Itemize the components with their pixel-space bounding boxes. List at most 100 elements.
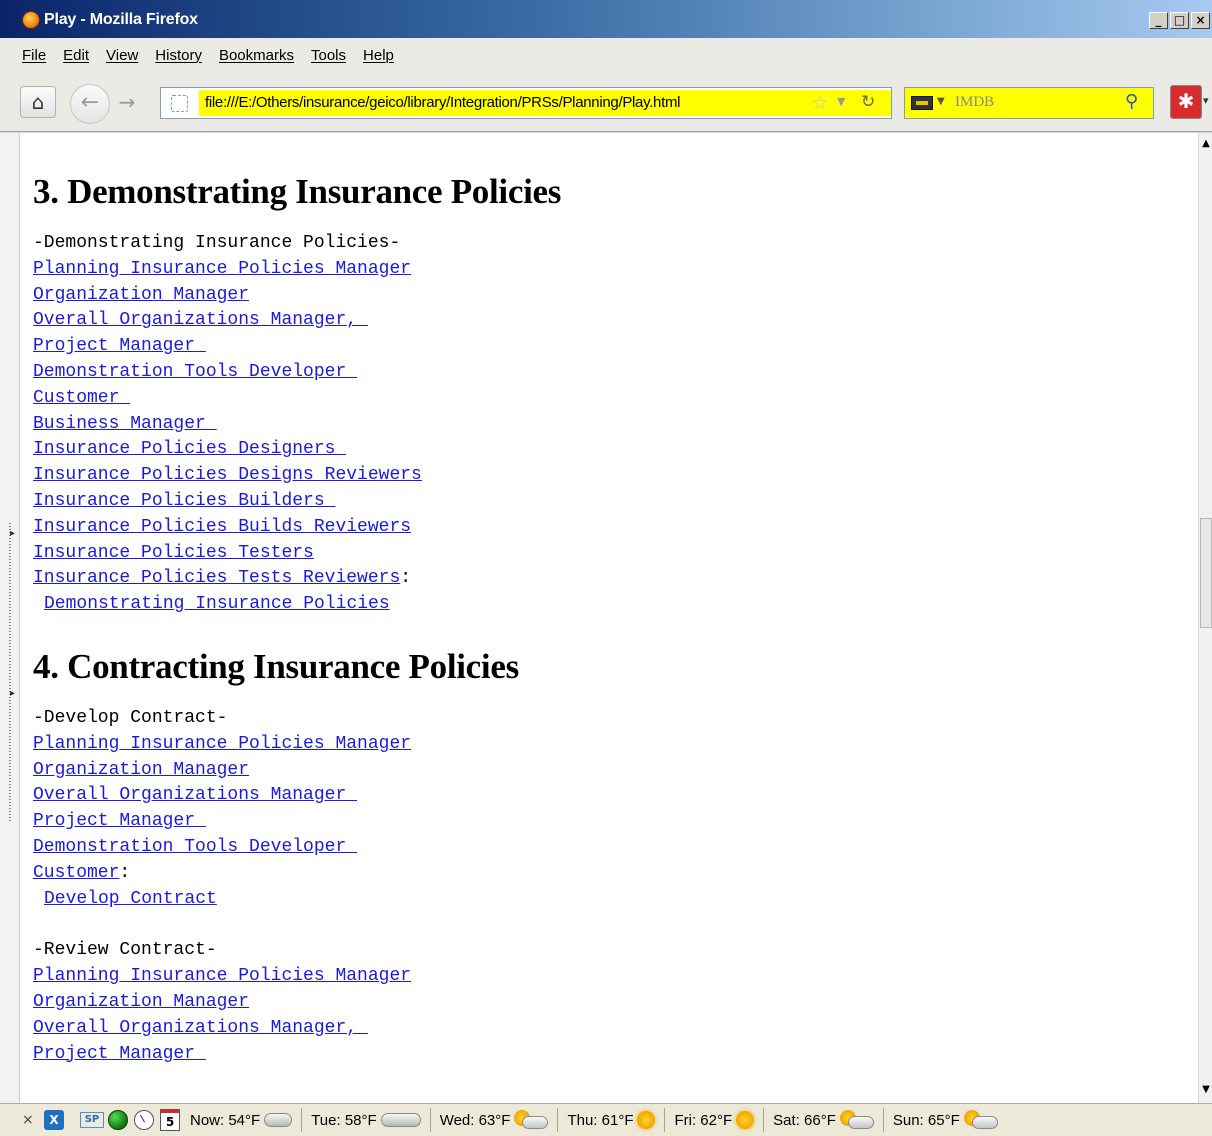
close-button[interactable]: × — [1191, 12, 1210, 29]
search-bar[interactable]: ▼ IMDB ⚲ — [904, 87, 1154, 119]
maximize-button[interactable]: □ — [1170, 12, 1189, 29]
expand-arrow-icon[interactable]: ▸ — [10, 528, 15, 539]
back-arrow-icon: ← — [80, 90, 100, 115]
forward-arrow-icon: → — [118, 90, 136, 114]
role-link[interactable]: Project Manager — [33, 336, 206, 356]
cloud-icon — [264, 1113, 293, 1127]
browser-window: Play - Mozilla Firefox _ □ × File Edit V… — [0, 0, 1212, 1136]
role-link[interactable]: Insurance Policies Testers — [33, 543, 314, 563]
window-controls: _ □ × — [1149, 12, 1210, 29]
menu-edit[interactable]: Edit — [63, 47, 89, 64]
role-link[interactable]: Organization Manager — [33, 760, 249, 780]
scroll-up-arrow-icon[interactable]: ▲ — [1199, 137, 1212, 151]
page-identity-icon[interactable] — [171, 95, 188, 112]
partly-sunny-icon — [839, 1110, 874, 1130]
role-link[interactable]: Overall Organizations Manager — [33, 785, 357, 805]
weather-label: Now: 54°F — [190, 1111, 261, 1129]
clipped-text-remnant — [33, 133, 1183, 143]
role-link[interactable]: Customer — [33, 863, 119, 883]
url-input[interactable]: file:///E:/Others/insurance/geico/librar… — [199, 90, 891, 116]
back-forward-group: ← → — [70, 84, 154, 124]
addon-dropdown-icon[interactable]: ▾ — [1203, 94, 1209, 107]
role-link[interactable]: Project Manager — [33, 811, 206, 831]
role-link[interactable]: Insurance Policies Tests Reviewers — [33, 568, 400, 588]
role-link[interactable]: Overall Organizations Manager, — [33, 310, 368, 330]
globe-status-icon[interactable] — [108, 1110, 128, 1130]
role-link[interactable]: Organization Manager — [33, 992, 249, 1012]
search-input[interactable]: IMDB — [955, 94, 994, 111]
menu-bar: File Edit View History Bookmarks Tools H… — [0, 38, 1212, 72]
role-link[interactable]: Insurance Policies Designers — [33, 439, 346, 459]
menu-bookmarks[interactable]: Bookmarks — [219, 47, 294, 64]
close-addon-bar-icon[interactable]: × — [22, 1112, 44, 1128]
expand-arrow-icon[interactable]: ▸ — [10, 688, 15, 699]
menu-history[interactable]: History — [155, 47, 202, 64]
menu-file[interactable]: File — [22, 47, 46, 64]
menu-help[interactable]: Help — [363, 47, 394, 64]
colon: : — [400, 568, 412, 589]
scrollbar-thumb[interactable] — [1200, 518, 1212, 628]
weather-label: Sat: 66°F — [773, 1111, 836, 1129]
search-engine-dropdown-icon[interactable]: ▼ — [937, 96, 945, 107]
menu-view[interactable]: View — [106, 47, 138, 64]
status-separator — [429, 1108, 431, 1132]
role-group-label: -Demonstrating Insurance Policies- — [33, 233, 401, 253]
reload-icon[interactable]: ↻ — [861, 92, 875, 112]
weather-label: Thu: 61°F — [567, 1111, 634, 1129]
minimize-button[interactable]: _ — [1149, 12, 1168, 29]
vertical-scrollbar[interactable]: ▲ ▼ — [1198, 133, 1212, 1103]
addon-button[interactable]: ✱ — [1170, 85, 1202, 119]
weather-wed[interactable]: Wed: 63°F — [436, 1110, 553, 1130]
role-link[interactable]: Business Manager — [33, 414, 217, 434]
url-history-dropdown-icon[interactable]: ▼ — [837, 95, 845, 108]
sun-icon — [736, 1111, 755, 1129]
menu-tools[interactable]: Tools — [311, 47, 346, 64]
role-link[interactable]: Planning Insurance Policies Manager — [33, 259, 411, 279]
role-link[interactable]: Demonstration Tools Developer — [33, 837, 357, 857]
colon: : — [119, 862, 131, 883]
clock-icon[interactable] — [134, 1110, 154, 1130]
role-link[interactable]: Organization Manager — [33, 285, 249, 305]
role-link[interactable]: Overall Organizations Manager, — [33, 1018, 368, 1038]
splitter-grip[interactable] — [9, 523, 11, 823]
weather-sun[interactable]: Sun: 65°F — [889, 1110, 1002, 1130]
role-link[interactable]: Planning Insurance Policies Manager — [33, 966, 411, 986]
status-separator — [763, 1108, 765, 1132]
action-link[interactable]: Demonstrating Insurance Policies — [44, 594, 390, 614]
back-button[interactable]: ← — [70, 84, 110, 124]
status-separator — [664, 1108, 666, 1132]
weather-label: Wed: 63°F — [439, 1111, 511, 1129]
weather-thu[interactable]: Thu: 61°F — [563, 1111, 659, 1129]
forward-button[interactable]: → — [112, 90, 142, 116]
role-link[interactable]: Demonstration Tools Developer — [33, 362, 357, 382]
sp-addon-icon[interactable]: SP — [80, 1112, 104, 1128]
weather-fri[interactable]: Fri: 62°F — [670, 1111, 758, 1129]
section-body: -Develop Contract- Planning Insurance Pol… — [33, 706, 1183, 1067]
role-link[interactable]: Insurance Policies Designs Reviewers — [33, 465, 422, 485]
navigation-toolbar: ⌂ ← → file:///E:/Others/insurance/geico/… — [0, 72, 1212, 132]
sidebar-splitter[interactable]: ▸ ▸ — [0, 133, 20, 1103]
role-link[interactable]: Customer — [33, 388, 130, 408]
weather-tue[interactable]: Tue: 58°F — [307, 1112, 424, 1129]
xmarks-icon[interactable]: X — [44, 1110, 64, 1130]
search-engine-imdb-icon[interactable] — [911, 96, 933, 110]
sun-icon — [637, 1111, 656, 1129]
home-button[interactable]: ⌂ — [20, 86, 56, 118]
status-bar: × X SP 5 Now: 54°F Tue: 58°F Wed: 63°F T… — [0, 1103, 1212, 1136]
bookmark-star-icon[interactable]: ☆ — [811, 92, 828, 114]
role-link[interactable]: Insurance Policies Builders — [33, 491, 335, 511]
scroll-down-arrow-icon[interactable]: ▼ — [1199, 1083, 1212, 1097]
role-link[interactable]: Insurance Policies Builds Reviewers — [33, 517, 411, 537]
role-link[interactable]: Planning Insurance Policies Manager — [33, 734, 411, 754]
weather-label: Fri: 62°F — [674, 1111, 733, 1129]
action-link[interactable]: Develop Contract — [44, 889, 217, 909]
url-bar[interactable]: file:///E:/Others/insurance/geico/librar… — [160, 87, 892, 119]
search-icon[interactable]: ⚲ — [1125, 91, 1138, 112]
puzzle-addon-icon: ✱ — [1177, 89, 1195, 113]
weather-now[interactable]: Now: 54°F — [186, 1112, 296, 1129]
firefox-icon[interactable] — [22, 11, 40, 29]
role-link[interactable]: Project Manager — [33, 1044, 206, 1064]
calendar-icon[interactable]: 5 — [160, 1109, 180, 1131]
weather-sat[interactable]: Sat: 66°F — [769, 1110, 878, 1130]
